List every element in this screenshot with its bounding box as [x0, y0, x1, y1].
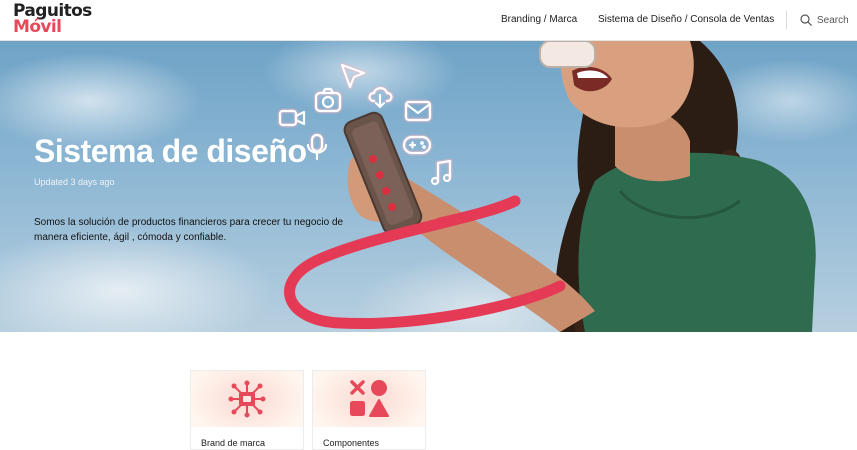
- hero-description: Somos la solución de productos financier…: [34, 217, 344, 243]
- card-componentes[interactable]: Componentes: [312, 370, 426, 450]
- mail-icon: [403, 99, 433, 123]
- woman-sunglasses: [539, 41, 596, 68]
- brand-logo[interactable]: Paguitos Móvil: [13, 3, 92, 37]
- shapes-icon: [350, 380, 389, 417]
- network-hub-icon: [228, 380, 266, 418]
- search-label: Search: [817, 14, 849, 26]
- search-icon: [800, 14, 812, 26]
- cursor-icon: [339, 62, 367, 90]
- video-camera-icon: [277, 108, 306, 128]
- card-thumbnail: [191, 371, 303, 427]
- camera-icon: [313, 87, 343, 114]
- card-thumbnail: [313, 371, 425, 427]
- nav-divider: [786, 11, 787, 29]
- gamepad-icon: [401, 134, 433, 156]
- nav-link-branding[interactable]: Branding / Marca: [501, 14, 577, 25]
- nav-link-sistema-diseno[interactable]: Sistema de Diseño / Consola de Ventas: [598, 14, 774, 25]
- top-navigation-bar: Paguitos Móvil Branding / Marca Sistema …: [0, 0, 857, 41]
- hero-title: Sistema de diseño: [34, 133, 307, 169]
- card-label: Brand de marca: [201, 438, 266, 448]
- microphone-icon: [306, 132, 328, 161]
- card-label: Componentes: [323, 438, 380, 448]
- search-button[interactable]: Search: [800, 13, 849, 27]
- hero-updated-timestamp: Updated 3 days ago: [34, 177, 115, 187]
- hero-illustration: [277, 41, 816, 332]
- hero-banner: Sistema de diseño Updated 3 days ago Som…: [0, 41, 857, 332]
- brand-logo-line2: Móvil: [13, 17, 62, 37]
- music-note-icon: [430, 158, 453, 186]
- cloud-download-icon: [367, 85, 394, 109]
- card-brand-de-marca[interactable]: Brand de marca: [190, 370, 304, 450]
- woman-dress: [578, 152, 816, 332]
